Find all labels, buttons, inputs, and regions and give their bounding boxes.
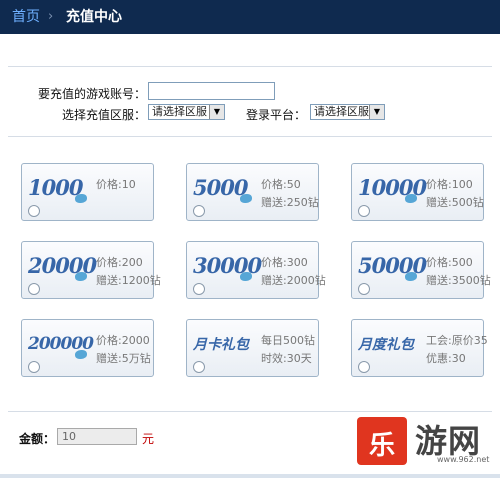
card-amount: 月卡礼包 xyxy=(193,337,249,353)
card-price: 价格:10 xyxy=(96,178,136,191)
divider xyxy=(8,66,492,67)
dropdown-arrow-icon[interactable]: ▼ xyxy=(209,105,224,119)
recharge-card-10000[interactable]: 10000 价格:100 赠送:500钻 xyxy=(351,163,484,221)
fish-icon xyxy=(240,194,252,203)
card-bonus: 赠送:1200钻 xyxy=(96,274,161,287)
card-bonus: 赠送:2000钻 xyxy=(261,274,326,287)
recharge-card-50000[interactable]: 50000 价格:500 赠送:3500钻 xyxy=(351,241,491,299)
card-radio[interactable] xyxy=(358,361,370,373)
card-bonus: 赠送:250钻 xyxy=(261,196,319,209)
card-radio[interactable] xyxy=(358,283,370,295)
watermark-logo: 乐 游网 www.962.net xyxy=(357,415,500,467)
account-input[interactable] xyxy=(148,82,275,100)
logo-url: www.962.net xyxy=(437,455,490,464)
fish-icon xyxy=(75,350,87,359)
recharge-card-guild-pack[interactable]: 月度礼包 工会:原价35 优惠:30 xyxy=(351,319,488,377)
recharge-card-20000[interactable]: 20000 价格:200 赠送:1200钻 xyxy=(21,241,161,299)
recharge-card-monthly-pack[interactable]: 月卡礼包 每日500钻 时效:30天 xyxy=(186,319,319,377)
platform-select[interactable]: 请选择区服 ▼ xyxy=(310,104,385,120)
card-bonus: 赠送:3500钻 xyxy=(426,274,491,287)
fish-icon xyxy=(75,272,87,281)
platform-label: 登录平台： xyxy=(246,108,307,122)
logo-mark: 乐 xyxy=(357,417,407,465)
logo-glyph: 乐 xyxy=(368,431,395,461)
recharge-card-5000[interactable]: 5000 价格:50 赠送:250钻 xyxy=(186,163,319,221)
amount-field: 10 xyxy=(57,428,137,445)
card-bonus: 时效:30天 xyxy=(261,352,312,365)
card-radio[interactable] xyxy=(193,205,205,217)
card-price: 价格:2000 xyxy=(96,334,150,347)
amount-unit: 元 xyxy=(142,432,155,446)
card-price: 价格:500 xyxy=(426,256,473,269)
card-radio[interactable] xyxy=(28,361,40,373)
fish-icon xyxy=(240,272,252,281)
server-select[interactable]: 请选择区服 ▼ xyxy=(148,104,225,120)
recharge-card-1000[interactable]: 1000 价格:10 xyxy=(21,163,154,221)
card-price: 每日500钻 xyxy=(261,334,315,347)
amount-label: 金额： xyxy=(19,432,56,446)
dropdown-arrow-icon[interactable]: ▼ xyxy=(369,105,384,119)
card-bonus: 赠送:500钻 xyxy=(426,196,484,209)
card-price: 工会:原价35 xyxy=(426,334,488,347)
divider xyxy=(8,411,492,412)
fish-icon xyxy=(405,272,417,281)
card-bonus: 赠送:5万钻 xyxy=(96,352,151,365)
chevron-right-icon: › xyxy=(48,9,54,24)
card-price: 价格:300 xyxy=(261,256,308,269)
card-radio[interactable] xyxy=(193,283,205,295)
server-select-value: 请选择区服 xyxy=(152,105,207,118)
card-radio[interactable] xyxy=(193,361,205,373)
fish-icon xyxy=(405,194,417,203)
breadcrumb-home-link[interactable]: 首页 xyxy=(12,9,40,25)
card-price: 价格:50 xyxy=(261,178,301,191)
footer-bar xyxy=(0,474,500,478)
platform-select-value: 请选择区服 xyxy=(314,105,369,118)
recharge-card-200000[interactable]: 200000 价格:2000 赠送:5万钻 xyxy=(21,319,154,377)
top-bar: 首页 › 充值中心 xyxy=(0,0,500,34)
recharge-card-30000[interactable]: 30000 价格:300 赠送:2000钻 xyxy=(186,241,326,299)
card-radio[interactable] xyxy=(28,283,40,295)
fish-icon xyxy=(75,194,87,203)
page-title: 充值中心 xyxy=(66,9,122,25)
card-price: 价格:100 xyxy=(426,178,473,191)
card-price: 价格:200 xyxy=(96,256,143,269)
card-radio[interactable] xyxy=(28,205,40,217)
card-amount: 月度礼包 xyxy=(358,337,414,353)
server-label: 选择充值区服： xyxy=(62,108,147,122)
card-radio[interactable] xyxy=(358,205,370,217)
divider xyxy=(8,136,492,137)
account-label: 要充值的游戏账号： xyxy=(38,87,147,101)
card-bonus: 优惠:30 xyxy=(426,352,466,365)
